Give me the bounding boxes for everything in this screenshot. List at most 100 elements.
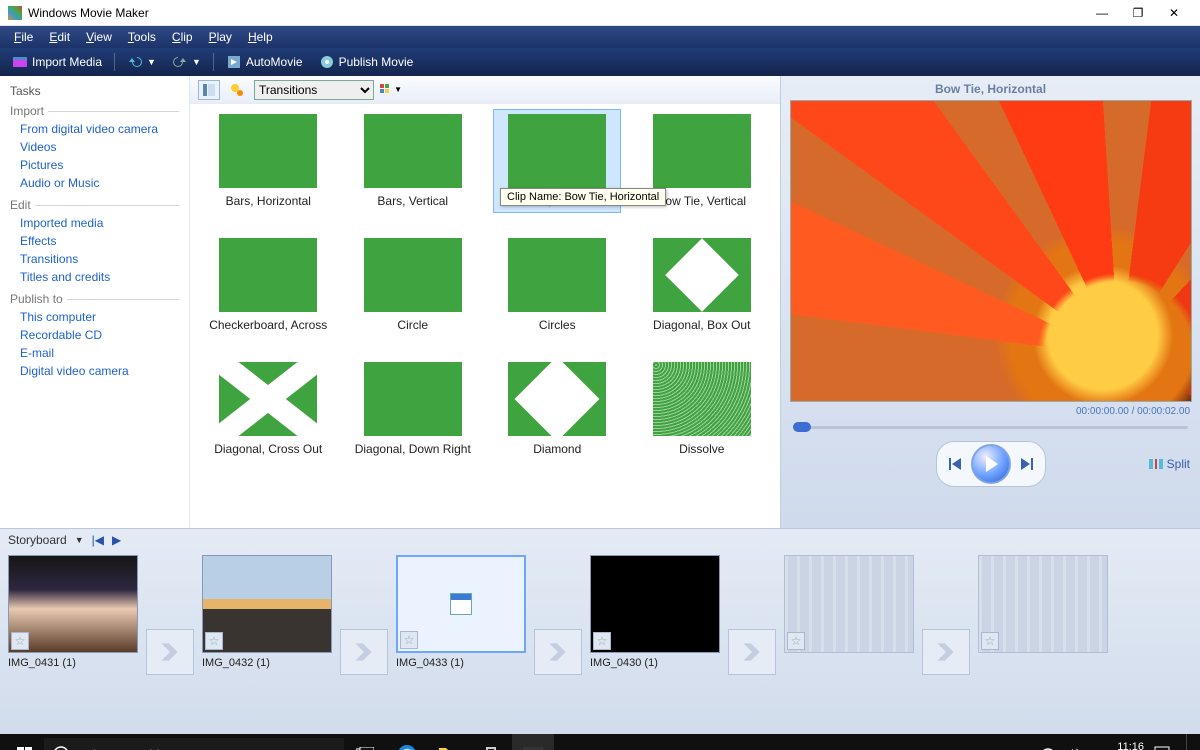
clock[interactable]: 11:16 07/12/2016 [1089,741,1144,750]
transition-slot[interactable] [340,629,388,675]
menu-clip[interactable]: Clip [164,28,201,46]
menu-file[interactable]: File [6,28,41,46]
task-edit-effects[interactable]: Effects [10,232,179,250]
window-title: Windows Movie Maker [28,6,1084,20]
taskbar-app-store[interactable] [470,734,512,750]
task-pub-dvcam[interactable]: Digital video camera [10,362,179,380]
clip-thumb[interactable]: ☆ [202,555,332,653]
effects-star-icon[interactable]: ☆ [981,632,999,650]
menu-view[interactable]: View [78,28,120,46]
transitions-gallery[interactable]: Bars, Horizontal Bars, Vertical Bow Tie,… [190,104,780,528]
effects-star-icon[interactable]: ☆ [593,632,611,650]
play-button[interactable] [971,444,1011,484]
storyboard-clip[interactable]: ☆ IMG_0433 (1) [396,555,526,669]
clip-thumb[interactable]: ☆ [396,555,526,653]
transition-label: Bars, Vertical [349,194,477,208]
storyboard-menu-arrow[interactable]: ▼ [75,535,84,545]
next-frame-button[interactable] [1013,453,1039,475]
transition-slot[interactable] [728,629,776,675]
view-options-button[interactable]: ▼ [380,80,402,100]
clip-label: IMG_0431 (1) [8,657,76,669]
menu-edit[interactable]: Edit [41,28,78,46]
transition-thumb [364,114,462,188]
effects-star-icon[interactable]: ☆ [400,631,418,649]
effects-star-icon[interactable]: ☆ [11,632,29,650]
storyboard-rewind-button[interactable]: |◀ [92,533,104,547]
storyboard-track[interactable]: ☆ IMG_0431 (1) ☆ IMG_0432 (1) ☆ IMG_0433 (… [8,555,1192,725]
task-edit-transitions[interactable]: Transitions [10,250,179,268]
split-icon [1149,457,1163,471]
transition-item[interactable]: Dissolve [638,362,766,456]
cortana-search[interactable]: Ask me anything [44,738,344,750]
transition-label: Diagonal, Box Out [638,318,766,332]
storyboard-clip[interactable]: ☆ IMG_0432 (1) [202,555,332,669]
transition-item[interactable]: Diamond [493,362,621,456]
notifications-icon[interactable] [1154,746,1170,750]
transition-thumb [653,114,751,188]
storyboard-play-button[interactable]: ▶ [112,533,121,547]
transition-slot[interactable] [534,629,582,675]
taskbar-app-explorer[interactable] [428,734,470,750]
transition-slot[interactable] [922,629,970,675]
redo-button[interactable]: ▼ [166,52,207,72]
task-import-audio[interactable]: Audio or Music [10,174,179,192]
clip-thumb[interactable]: ☆ [978,555,1108,653]
preview-image [791,101,1191,401]
transition-item[interactable]: Diagonal, Box Out [638,238,766,332]
view-toggle-button[interactable] [198,80,220,100]
task-pub-email[interactable]: E-mail [10,344,179,362]
effects-shortcut-button[interactable] [226,80,248,100]
automovie-button[interactable]: AutoMovie [220,52,309,72]
clip-thumb[interactable]: ☆ [8,555,138,653]
clip-thumb[interactable]: ☆ [784,555,914,653]
storyboard-clip[interactable]: ☆ IMG_0431 (1) [8,555,138,669]
moviemaker-icon [523,745,543,750]
task-pub-cd[interactable]: Recordable CD [10,326,179,344]
transition-slot[interactable] [146,629,194,675]
publish-movie-button[interactable]: Publish Movie [313,52,420,72]
menu-play[interactable]: Play [201,28,240,46]
slider-track [793,426,1188,429]
maximize-button[interactable]: ❐ [1120,0,1156,26]
task-pub-computer[interactable]: This computer [10,308,179,326]
transition-item[interactable]: Bars, Horizontal [204,114,332,208]
task-edit-imported[interactable]: Imported media [10,214,179,232]
task-import-pictures[interactable]: Pictures [10,156,179,174]
storyboard-clip[interactable]: ☆ IMG_0430 (1) [590,555,720,669]
transition-item[interactable]: Circle [349,238,477,332]
import-media-button[interactable]: Import Media [6,52,108,72]
clip-thumb[interactable]: ☆ [590,555,720,653]
effects-star-icon[interactable]: ☆ [787,632,805,650]
minimize-button[interactable]: — [1084,0,1120,26]
close-button[interactable]: ✕ [1156,0,1192,26]
storyboard-clip[interactable]: ☆ [978,555,1108,657]
menu-help[interactable]: Help [240,28,281,46]
task-import-camera[interactable]: From digital video camera [10,120,179,138]
tasks-title: Tasks [10,84,179,98]
task-import-videos[interactable]: Videos [10,138,179,156]
start-button[interactable] [4,734,44,750]
toolbar: Import Media ▼ ▼ AutoMovie Publish Movie [0,48,1200,76]
task-view-button[interactable] [344,734,386,750]
menu-tools[interactable]: Tools [120,28,164,46]
transition-label: Diamond [493,442,621,456]
taskbar-app-moviemaker[interactable] [512,734,554,750]
transition-item[interactable]: Circles [493,238,621,332]
transition-item[interactable]: Checkerboard, Across [204,238,332,332]
preview-frame[interactable] [790,100,1192,402]
split-button[interactable]: Split [1149,457,1190,471]
task-edit-titles[interactable]: Titles and credits [10,268,179,286]
prev-frame-button[interactable] [943,453,969,475]
collection-dropdown[interactable]: Transitions [254,80,374,100]
transition-item[interactable]: Bars, Vertical [349,114,477,208]
transition-label: Checkerboard, Across [204,318,332,332]
storyboard-clip[interactable]: ☆ [784,555,914,657]
transition-item[interactable]: Diagonal, Down Right [349,362,477,456]
undo-button[interactable]: ▼ [121,52,162,72]
effects-star-icon[interactable]: ☆ [205,632,223,650]
seek-slider[interactable] [789,421,1192,433]
slider-knob[interactable] [793,422,811,432]
show-desktop-button[interactable] [1186,734,1192,750]
transition-item[interactable]: Diagonal, Cross Out [204,362,332,456]
taskbar-app-edge[interactable] [386,734,428,750]
